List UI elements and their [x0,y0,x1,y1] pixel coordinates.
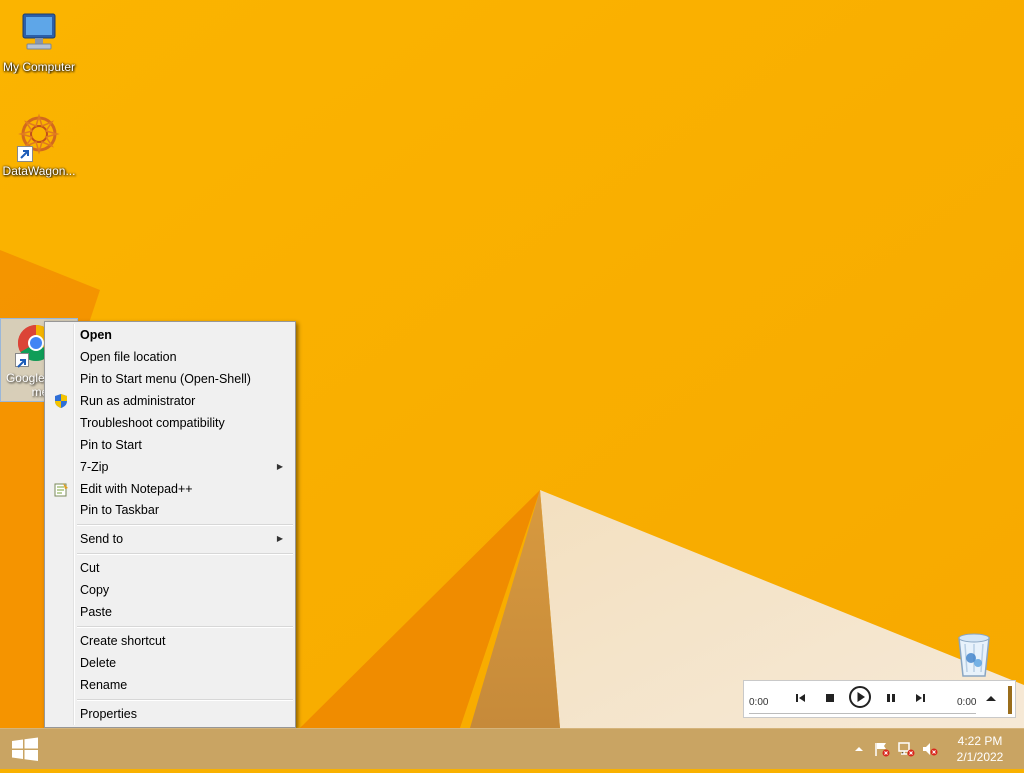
expand-up-icon[interactable] [982,689,1000,707]
menu-separator [77,524,293,526]
desktop-icon-label: My Computer [2,60,76,74]
desktop-icon-datawagon[interactable]: DataWagon... [0,112,78,178]
menu-item-edit-with-notepadpp[interactable]: Edit with Notepad++ [47,478,293,500]
stop-icon[interactable] [821,689,839,707]
menu-item-send-to[interactable]: Send to ▶ [47,528,293,550]
media-duration-time: 0:00 [957,697,977,708]
menu-item-copy[interactable]: Copy [47,579,293,601]
desktop-icon-my-computer[interactable]: My Computer [0,8,78,74]
menu-item-run-as-administrator[interactable]: Run as administrator [47,390,293,412]
recycle-bin-icon[interactable] [953,630,995,678]
start-button[interactable] [0,729,50,769]
computer-icon [15,8,63,56]
menu-item-paste[interactable]: Paste [47,601,293,623]
previous-track-icon[interactable] [792,689,810,707]
desktop-icon-label: DataWagon... [2,164,76,178]
menu-item-create-shortcut[interactable]: Create shortcut [47,630,293,652]
menu-item-pin-to-taskbar[interactable]: Pin to Taskbar [47,499,293,521]
menu-separator [77,699,293,701]
uac-shield-icon [53,393,69,409]
menu-item-cut[interactable]: Cut [47,557,293,579]
shortcut-arrow-icon [17,146,33,162]
taskbar: 4:22 PM 2/1/2022 [0,728,1024,769]
menu-item-open[interactable]: Open [47,324,293,346]
menu-item-7-zip[interactable]: 7-Zip ▶ [47,456,293,478]
menu-item-pin-to-start[interactable]: Pin to Start [47,434,293,456]
menu-separator [77,626,293,628]
media-volume-slider[interactable] [1008,686,1012,714]
media-elapsed-time: 0:00 [749,697,769,708]
clock-date: 2/1/2022 [956,750,1004,764]
datawagon-icon [15,112,63,162]
next-track-icon[interactable] [911,689,929,707]
submenu-arrow-icon: ▶ [276,534,283,543]
menu-item-delete[interactable]: Delete [47,652,293,674]
network-icon[interactable] [897,741,915,757]
shortcut-arrow-icon [15,353,29,368]
media-seek-bar[interactable] [749,713,976,714]
windows-logo-icon [12,737,38,761]
show-hidden-icons-chevron-icon[interactable] [850,741,868,757]
menu-item-pin-to-start-menu-open-shell[interactable]: Pin to Start menu (Open-Shell) [47,368,293,390]
action-center-flag-icon[interactable] [873,741,891,757]
volume-muted-icon[interactable] [921,741,939,757]
clock-time: 4:22 PM [957,734,1003,748]
menu-item-open-file-location[interactable]: Open file location [47,346,293,368]
notepadpp-icon [53,481,69,497]
menu-separator [77,553,293,555]
menu-item-properties[interactable]: Properties [47,703,293,725]
context-menu: Open Open file location Pin to Start men… [44,321,296,728]
menu-item-rename[interactable]: Rename [47,674,293,696]
media-player-toolbar: 0:00 0:00 [743,680,1016,718]
play-icon[interactable] [848,685,872,709]
menu-item-troubleshoot-compatibility[interactable]: Troubleshoot compatibility [47,412,293,434]
taskbar-clock[interactable]: 4:22 PM 2/1/2022 [950,733,1010,765]
pause-icon[interactable] [882,689,900,707]
submenu-arrow-icon: ▶ [276,462,283,471]
